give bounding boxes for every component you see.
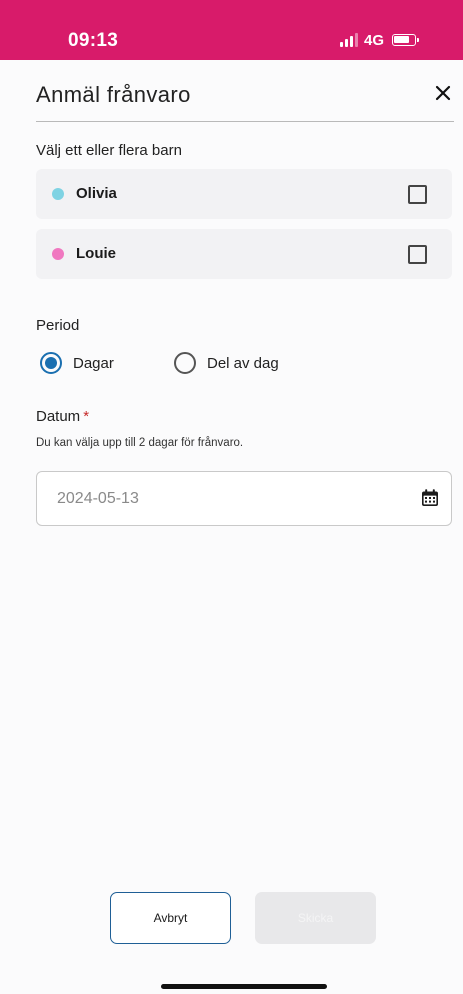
date-label: Datum * — [36, 408, 89, 425]
radio-label-part-of-day: Del av dag — [207, 354, 279, 372]
date-label-text: Datum — [36, 408, 81, 425]
child-checkbox-louie[interactable] — [408, 245, 427, 264]
date-value: 2024-05-13 — [57, 490, 139, 507]
children-section-label: Välj ett eller flera barn — [36, 142, 182, 159]
child-name: Louie — [76, 245, 116, 262]
required-marker: * — [83, 408, 90, 425]
status-time: 09:13 — [68, 30, 119, 51]
battery-icon — [392, 34, 420, 46]
radio-option-part-of-day[interactable]: Del av dag — [174, 352, 279, 374]
close-button[interactable] — [430, 80, 456, 106]
signal-strength-icon — [340, 33, 358, 47]
child-color-dot — [52, 188, 64, 200]
home-indicator — [161, 984, 327, 989]
radio-label-days: Dagar — [73, 354, 114, 372]
calendar-icon[interactable] — [420, 488, 440, 508]
cancel-button[interactable]: Avbryt — [110, 892, 231, 944]
network-type: 4G — [364, 31, 385, 49]
child-checkbox-olivia[interactable] — [408, 185, 427, 204]
radio-unselected-icon[interactable] — [174, 352, 196, 374]
status-bar: 09:13 4G — [0, 0, 463, 60]
child-row-louie[interactable]: Louie — [36, 229, 452, 279]
child-name: Olivia — [76, 185, 117, 202]
page-title: Anmäl frånvaro — [36, 82, 191, 107]
child-row-olivia[interactable]: Olivia — [36, 169, 452, 219]
radio-option-days[interactable]: Dagar — [40, 352, 114, 374]
close-icon — [435, 85, 451, 101]
send-button[interactable]: Skicka — [255, 892, 376, 944]
period-label: Period — [36, 317, 80, 334]
child-color-dot — [52, 248, 64, 260]
date-help-text: Du kan välja upp till 2 dagar för frånva… — [36, 437, 244, 449]
radio-selected-icon[interactable] — [40, 352, 62, 374]
header-divider — [36, 121, 454, 122]
status-indicators: 4G — [340, 30, 420, 50]
date-input[interactable]: 2024-05-13 — [36, 471, 452, 526]
